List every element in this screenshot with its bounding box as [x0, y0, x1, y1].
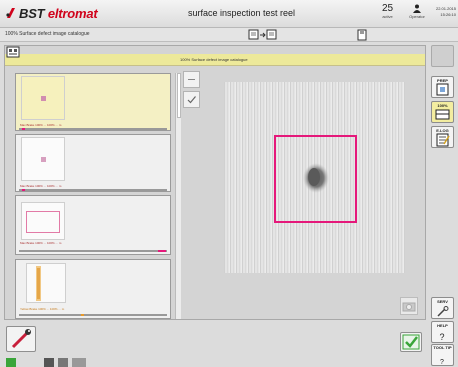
defect-outline: [26, 211, 60, 233]
thumbnail-card[interactable]: Max Brake 100% ... 100% ... m: [15, 195, 171, 255]
inspection-icon: [435, 109, 450, 120]
brand-main-text: BST: [19, 5, 45, 21]
check-button[interactable]: [183, 91, 200, 108]
operator-label: Operator: [409, 14, 425, 19]
prep-icon: [436, 83, 449, 96]
tooltip-button[interactable]: TOOL TIP ?: [431, 344, 454, 366]
subheader-bar: 100% Surface defect image catalogue: [0, 28, 458, 42]
thumbnail-position-track: [19, 314, 167, 316]
header-bar: BST eltromat surface inspection test ree…: [0, 0, 458, 28]
confirm-button[interactable]: [400, 332, 422, 352]
scroll-thumb[interactable]: [177, 73, 181, 118]
gallery-icon[interactable]: [6, 46, 20, 58]
active-count-value: 25: [382, 3, 394, 14]
thumbnail-position-track: [19, 250, 167, 252]
surface-100-button[interactable]: 100%: [431, 101, 454, 123]
brand-accent-text: eltromat: [47, 5, 98, 21]
defect-spot: [41, 157, 46, 162]
uncheck-button[interactable]: [183, 71, 200, 88]
thumbnail-card[interactable]: Yellow Brake 100% ... 100% ... m: [15, 259, 171, 319]
thumbnail-position-track: [19, 128, 167, 130]
checkmark-green-icon: [402, 334, 420, 350]
app-window: BST eltromat surface inspection test ree…: [0, 0, 458, 367]
active-counter: 25 active: [382, 3, 393, 19]
pen-tool-button[interactable]: [6, 326, 36, 352]
thumbnail-label: Yellow Brake 100% ... 100% ... m: [20, 307, 65, 311]
catalogue-panel: 100% Surface defect image catalogue Max …: [4, 45, 426, 320]
thumbnail-position-track: [19, 189, 167, 191]
thumbnail-list: Max Brake 100% ... 100% ... m Max Brake …: [15, 73, 171, 319]
thumbnail-scrollbar[interactable]: [175, 73, 181, 319]
svg-text:?: ?: [439, 332, 444, 342]
thumbnail-image: [26, 263, 66, 303]
time-text: 15:26:10: [440, 12, 456, 17]
dash-icon: [188, 79, 195, 80]
tooltip-icon: ?: [440, 359, 444, 366]
camera-button[interactable]: [400, 297, 418, 315]
defect-image-viewer[interactable]: [224, 82, 405, 273]
checkmark-icon: [187, 96, 196, 104]
wrench-icon: [437, 306, 449, 317]
panel-title: 100% Surface defect image catalogue: [180, 57, 248, 62]
prep-button[interactable]: PREP: [431, 76, 454, 98]
brand-mark-icon: [6, 8, 15, 18]
export-catalogue-icon[interactable]: [248, 29, 278, 41]
camera-icon: [402, 302, 416, 312]
save-icon[interactable]: [356, 29, 368, 41]
thumbnail-image: [21, 76, 65, 120]
breadcrumb: 100% Surface defect image catalogue: [5, 31, 90, 37]
position-marker: [22, 128, 25, 130]
position-marker: [81, 314, 84, 316]
defect-streak-core: [37, 268, 40, 299]
service-button[interactable]: SERV: [431, 297, 454, 319]
defect-spot: [41, 96, 46, 101]
active-count-label: active: [382, 14, 393, 19]
position-marker: [22, 189, 25, 191]
help-button[interactable]: HELP ?: [431, 321, 454, 343]
right-toolbar: PREP 100% E.LOG SERV HELP ? TOOL TIP ?: [429, 45, 457, 367]
operator-icon: [413, 4, 421, 13]
service-label: SERV: [437, 299, 448, 304]
svg-text:?: ?: [440, 359, 444, 366]
help-icon: ?: [439, 332, 444, 342]
app-title: surface inspection test reel: [188, 8, 296, 18]
thumbnail-card[interactable]: Max Brake 100% ... 100% ... m: [15, 73, 171, 131]
brand-logo: BST eltromat: [5, 4, 98, 22]
tooltip-label: TOOL TIP: [433, 345, 452, 350]
thumbnail-card[interactable]: Max Brake 100% ... 100% ... m: [15, 134, 171, 192]
pen-icon: [11, 329, 31, 349]
position-marker: [158, 250, 166, 252]
thumbnail-label: Max Brake 100% ... 100% ... m: [20, 123, 62, 127]
panel-title-bar: 100% Surface defect image catalogue: [5, 54, 425, 66]
thumbnail-image: [21, 202, 65, 240]
toolbar-blank-button[interactable]: [431, 45, 454, 67]
thumbnail-label: Max Brake 100% ... 100% ... m: [20, 241, 62, 245]
bottom-status-icons: [6, 358, 86, 367]
logbook-icon: [436, 133, 450, 147]
defect-highlight-box: [274, 135, 357, 223]
help-label: HELP: [437, 323, 448, 328]
brand-name: BST eltromat: [19, 6, 98, 21]
thumbnail-label: Max Brake 100% ... 100% ... m: [20, 184, 62, 188]
elog-button[interactable]: E.LOG: [431, 126, 454, 148]
operator-button[interactable]: Operator: [405, 4, 429, 19]
thumbnail-image: [21, 137, 65, 181]
datetime-display: 22.01.2015 15:26:10: [430, 6, 456, 18]
